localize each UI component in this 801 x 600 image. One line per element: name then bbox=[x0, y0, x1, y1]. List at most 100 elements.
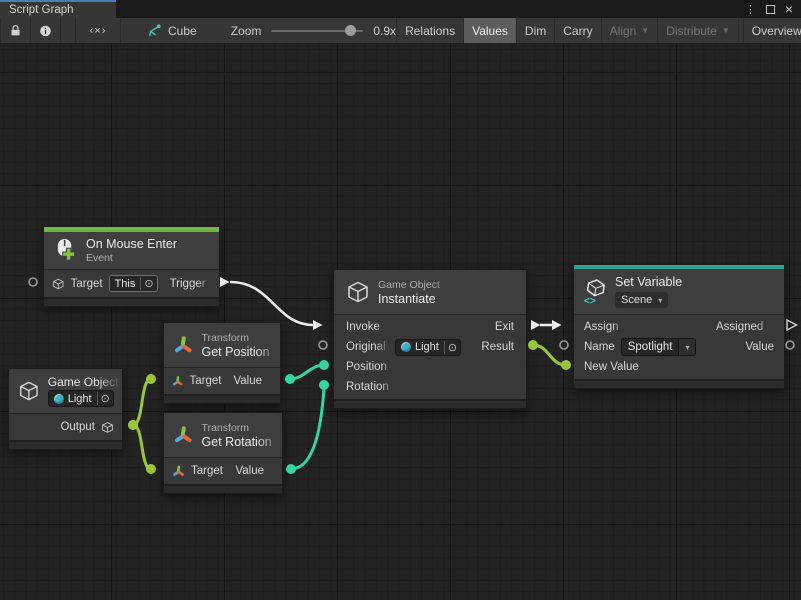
object-picker-icon[interactable]: ⊙ bbox=[140, 277, 156, 290]
wire-light-getrot[interactable] bbox=[128, 420, 156, 474]
more-options-icon[interactable]: ⋮ bbox=[745, 3, 756, 16]
transform-icon bbox=[172, 465, 185, 478]
value-port-label: Value bbox=[235, 465, 264, 477]
tab-bar: Script Graph ⋮ × bbox=[0, 0, 801, 18]
zoom-slider[interactable] bbox=[271, 30, 363, 32]
assign-port-label: Assign bbox=[584, 321, 626, 333]
trigger-port-label: Trigger bbox=[170, 278, 211, 290]
variable-scope-dropdown[interactable]: Scene ▾ bbox=[615, 292, 668, 308]
game-object-icon bbox=[101, 421, 114, 434]
wire-light-getpos[interactable] bbox=[128, 374, 156, 430]
object-picker-icon[interactable]: ⊙ bbox=[444, 341, 460, 354]
node-category: Transform bbox=[202, 332, 272, 344]
node-subtitle: Event bbox=[86, 252, 177, 264]
tab-script-graph[interactable]: Script Graph bbox=[0, 0, 116, 18]
light-icon bbox=[54, 394, 64, 404]
new-value-port-label: New Value bbox=[584, 361, 639, 373]
value-port-label: Value bbox=[745, 341, 774, 353]
zoom-label: Zoom bbox=[231, 24, 262, 38]
values-button[interactable]: Values bbox=[464, 18, 517, 43]
overview-button[interactable]: Overview bbox=[743, 18, 801, 43]
node-title: Get Position bbox=[202, 345, 280, 359]
target-port-label: Target bbox=[189, 375, 221, 387]
wire-result-newvalue[interactable] bbox=[528, 340, 571, 370]
carry-button[interactable]: Carry bbox=[555, 18, 601, 43]
graph-toolbar: ‹×› Cube Zoom 0.9x Relations Values Dim … bbox=[0, 18, 801, 44]
node-title: Instantiate bbox=[378, 292, 458, 306]
node-footer bbox=[574, 379, 784, 388]
game-object-icon bbox=[18, 379, 40, 403]
lock-button[interactable] bbox=[1, 18, 31, 43]
node-header: Game Object Light ⊙ bbox=[9, 369, 122, 413]
port-instantiate-exit[interactable] bbox=[531, 320, 541, 330]
distribute-button[interactable]: Distribute▼ bbox=[658, 18, 739, 43]
light-object-field[interactable]: Light ⊙ bbox=[48, 390, 114, 407]
node-header: <> Set Variable Scene ▾ bbox=[574, 269, 784, 314]
chevron-down-icon: ▾ bbox=[658, 296, 662, 305]
code-icon: ‹×› bbox=[90, 25, 107, 37]
port-set-variable-assigned[interactable] bbox=[787, 320, 797, 330]
node-category: Game Object bbox=[378, 279, 458, 291]
node-on-mouse-enter[interactable]: On Mouse Enter Event Target This ⊙ Trigg… bbox=[43, 226, 220, 307]
transform-icon bbox=[173, 334, 194, 357]
zoom-value: 0.9x bbox=[373, 24, 396, 38]
script-graph-icon bbox=[147, 23, 162, 38]
script-graph-window: Script Graph ⋮ × ‹×› Cube Zoom bbox=[0, 0, 801, 600]
inspect-button[interactable] bbox=[31, 18, 61, 43]
node-header: Transform Get Rotation bbox=[164, 413, 282, 457]
node-header: On Mouse Enter Event bbox=[44, 232, 219, 269]
port-set-variable-value[interactable] bbox=[786, 341, 794, 349]
chevron-down-icon: ▼ bbox=[641, 26, 649, 35]
chevron-down-icon: ▾ bbox=[685, 343, 689, 352]
assigned-port-label: Assigned bbox=[716, 321, 774, 333]
node-footer bbox=[334, 399, 526, 408]
node-footer bbox=[164, 394, 280, 403]
transform-icon bbox=[173, 424, 194, 447]
node-game-object-literal[interactable]: Game Object Light ⊙ Output bbox=[8, 368, 123, 450]
wire-getpos-position[interactable] bbox=[285, 360, 329, 384]
node-get-position[interactable]: Transform Get Position Target Value bbox=[163, 322, 281, 404]
wire-getrot-rotation[interactable] bbox=[286, 380, 329, 474]
svg-text:<>: <> bbox=[584, 296, 596, 305]
node-header: Transform Get Position bbox=[164, 323, 280, 367]
port-on-mouse-enter-target[interactable] bbox=[29, 278, 37, 286]
rotation-port-label: Rotation bbox=[346, 381, 396, 393]
value-port-label: Value bbox=[233, 375, 262, 387]
toolbar-right-group: Relations Values Dim Carry Align▼ Distri… bbox=[396, 18, 801, 43]
object-picker-icon[interactable]: ⊙ bbox=[97, 392, 113, 405]
original-object-field[interactable]: Light ⊙ bbox=[395, 339, 461, 356]
port-instantiate-original[interactable] bbox=[319, 341, 327, 349]
align-button[interactable]: Align▼ bbox=[602, 18, 659, 43]
target-value-field[interactable]: This ⊙ bbox=[109, 275, 158, 292]
game-object-icon bbox=[52, 277, 65, 291]
node-get-rotation[interactable]: Transform Get Rotation Target Value bbox=[163, 412, 283, 494]
lock-icon bbox=[9, 24, 22, 37]
node-instantiate[interactable]: Game Object Instantiate Invoke Exit Orig… bbox=[333, 269, 527, 409]
chevron-down-icon: ▼ bbox=[722, 26, 730, 35]
wire-exit-assign[interactable] bbox=[540, 320, 562, 330]
result-port-label: Result bbox=[481, 341, 514, 353]
node-category: Transform bbox=[202, 422, 273, 434]
exit-port-label: Exit bbox=[495, 321, 514, 333]
toolbar-left-group: ‹×› bbox=[0, 18, 121, 43]
variable-name-dropdown[interactable]: Spotlight ▾ bbox=[621, 338, 697, 356]
original-port-label: Original bbox=[346, 341, 390, 353]
relations-button[interactable]: Relations bbox=[396, 18, 464, 43]
zoom-slider-handle[interactable] bbox=[345, 25, 356, 36]
zoom-control: Zoom 0.9x bbox=[231, 18, 396, 43]
window-controls: ⋮ × bbox=[745, 0, 801, 18]
graph-canvas[interactable]: On Mouse Enter Event Target This ⊙ Trigg… bbox=[0, 44, 801, 600]
dim-button[interactable]: Dim bbox=[517, 18, 555, 43]
node-title: Set Variable bbox=[615, 275, 682, 289]
port-on-mouse-enter-trigger[interactable] bbox=[220, 277, 230, 287]
node-set-variable[interactable]: <> Set Variable Scene ▾ Assign Assigned bbox=[573, 264, 785, 389]
node-title: On Mouse Enter bbox=[86, 237, 177, 251]
edit-graph-button[interactable]: ‹×› bbox=[75, 18, 121, 43]
graph-breadcrumb[interactable]: Cube bbox=[147, 18, 197, 43]
close-icon[interactable]: × bbox=[785, 2, 793, 16]
info-icon bbox=[39, 24, 52, 38]
mouse-event-icon bbox=[53, 238, 78, 263]
port-set-variable-name[interactable] bbox=[560, 341, 568, 349]
node-footer bbox=[44, 297, 219, 306]
maximize-icon[interactable] bbox=[766, 5, 775, 14]
